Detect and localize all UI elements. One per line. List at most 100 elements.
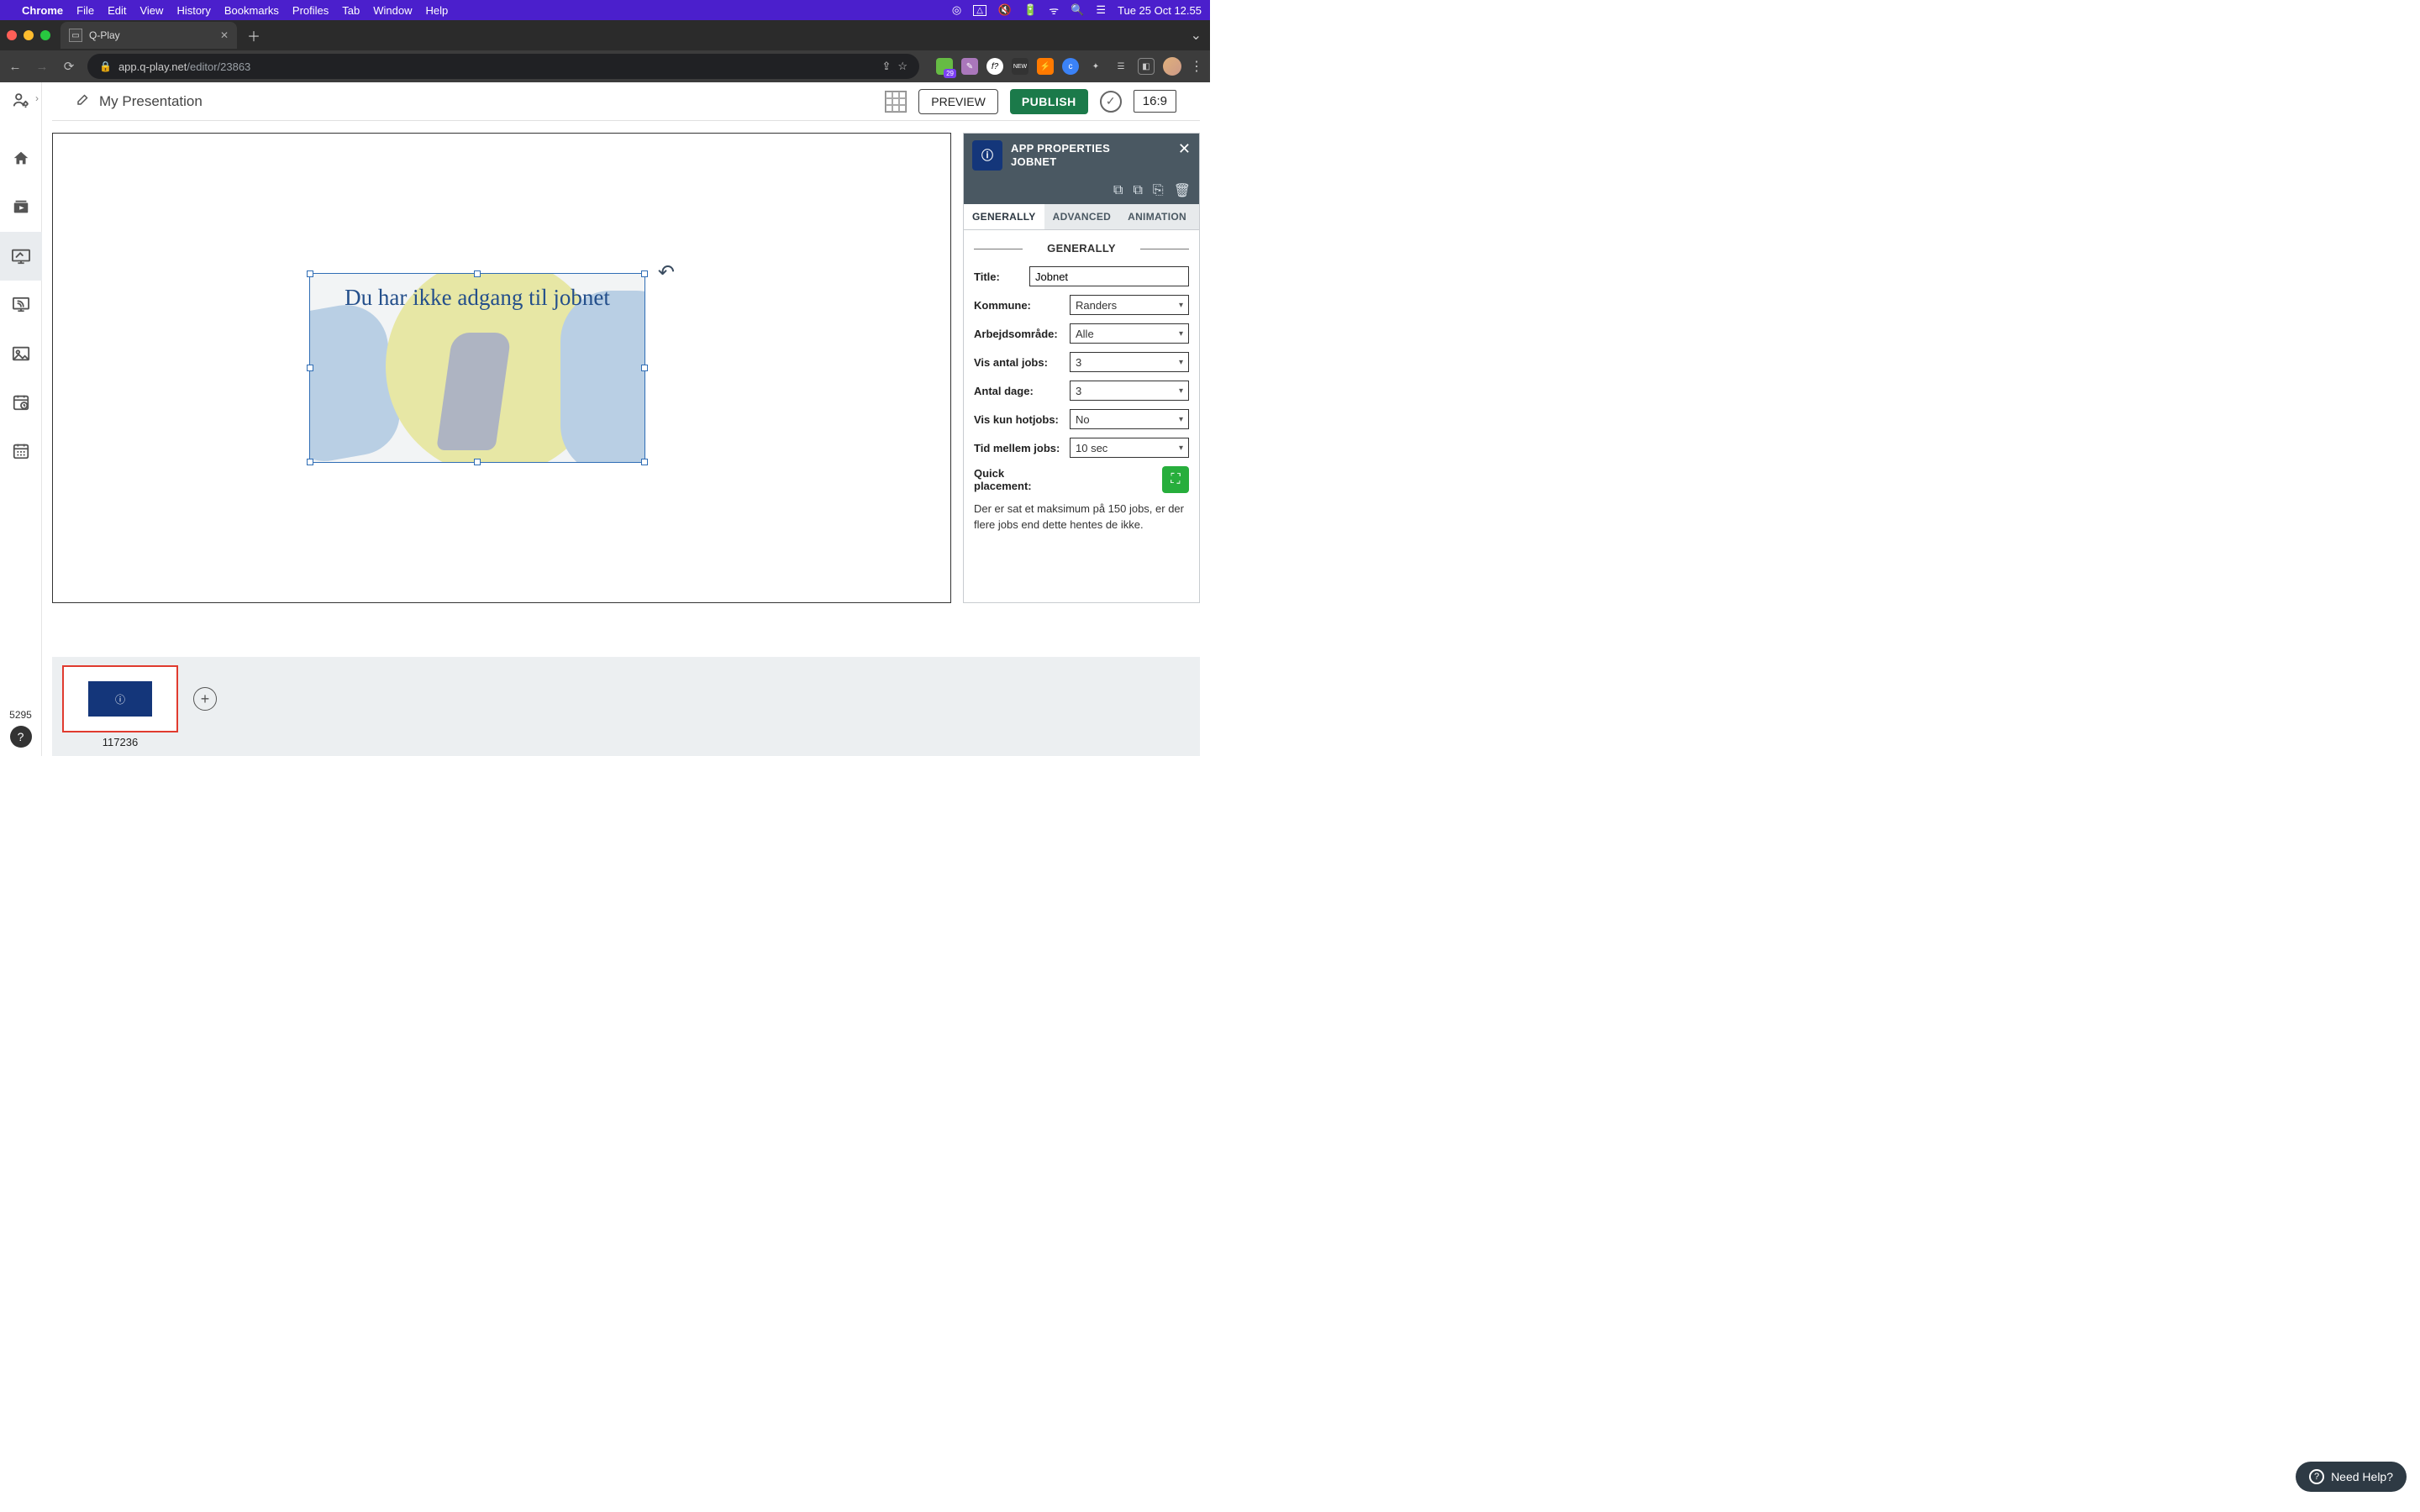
extension-icon-1[interactable] bbox=[936, 58, 953, 75]
menu-help[interactable]: Help bbox=[426, 4, 449, 17]
user-settings-icon[interactable] bbox=[10, 89, 32, 111]
chrome-menu-icon[interactable]: ⋮ bbox=[1190, 58, 1203, 75]
tid-select[interactable]: 10 sec▾ bbox=[1070, 438, 1189, 458]
cc-icon[interactable]: ◎ bbox=[952, 3, 961, 17]
tab-generally[interactable]: GENERALLY bbox=[964, 204, 1044, 229]
slide-id-label: 117236 bbox=[62, 736, 178, 748]
resize-handle[interactable] bbox=[641, 270, 648, 277]
visantal-select[interactable]: 3▾ bbox=[1070, 352, 1189, 372]
menu-history[interactable]: History bbox=[176, 4, 210, 17]
presentation-name[interactable]: My Presentation bbox=[99, 93, 203, 110]
fullscreen-window-button[interactable] bbox=[40, 30, 50, 40]
resize-handle[interactable] bbox=[307, 459, 313, 465]
nav-image-icon[interactable] bbox=[0, 329, 42, 378]
extension-new-badge[interactable]: NEW bbox=[1012, 58, 1028, 75]
paste-icon[interactable]: ⧉ bbox=[1133, 183, 1142, 198]
menu-profiles[interactable]: Profiles bbox=[292, 4, 329, 17]
nav-cast-icon[interactable] bbox=[0, 281, 42, 329]
delete-icon[interactable]: 🗑 bbox=[1174, 182, 1191, 199]
resize-handle[interactable] bbox=[474, 270, 481, 277]
menubar-clock[interactable]: Tue 25 Oct 12.55 bbox=[1118, 4, 1202, 17]
wifi-icon[interactable]: ᯤ bbox=[1049, 3, 1059, 18]
slide-strip: ⓘ 117236 + bbox=[52, 657, 1200, 756]
bookmark-star-icon[interactable]: ☆ bbox=[897, 60, 908, 73]
tab-favicon-icon: ▭ bbox=[69, 29, 82, 42]
mute-icon[interactable]: 🔇 bbox=[998, 3, 1012, 17]
preview-button[interactable]: PREVIEW bbox=[918, 89, 998, 114]
tab-title: Q-Play bbox=[89, 29, 120, 41]
menubar-app[interactable]: Chrome bbox=[22, 4, 63, 17]
antaldage-select[interactable]: 3▾ bbox=[1070, 381, 1189, 401]
nav-calendar-icon[interactable] bbox=[0, 427, 42, 475]
extension-icon-5[interactable]: c bbox=[1062, 58, 1079, 75]
tabs-dropdown-icon[interactable]: ⌄ bbox=[1191, 27, 1202, 44]
chevron-down-icon: ▾ bbox=[1179, 415, 1183, 424]
control-center-icon[interactable]: ☰ bbox=[1096, 3, 1106, 17]
macos-menubar: Chrome File Edit View History Bookmarks … bbox=[0, 0, 1210, 20]
duplicate-icon[interactable]: ⎘ bbox=[1153, 183, 1164, 198]
new-tab-button[interactable]: ＋ bbox=[247, 25, 260, 45]
resize-handle[interactable] bbox=[641, 365, 648, 371]
slide-thumbnail[interactable]: ⓘ 117236 bbox=[62, 665, 178, 748]
browser-tab[interactable]: ▭ Q-Play ✕ bbox=[60, 22, 237, 49]
add-slide-button[interactable]: + bbox=[193, 687, 217, 711]
tab-advanced[interactable]: ADVANCED bbox=[1044, 204, 1120, 229]
chevron-down-icon: ▾ bbox=[1179, 329, 1183, 339]
sidepanel-icon[interactable]: ◧ bbox=[1138, 58, 1155, 75]
sidebar-help-icon[interactable]: ? bbox=[10, 726, 32, 748]
field-label-kommune: Kommune: bbox=[974, 299, 1065, 312]
menu-window[interactable]: Window bbox=[373, 4, 412, 17]
address-bar[interactable]: 🔒 app.q-play.net/editor/23863 ⇪ ☆ bbox=[87, 54, 919, 79]
copy-icon[interactable]: ⧉ bbox=[1113, 183, 1123, 198]
aspect-ratio-selector[interactable]: 16:9 bbox=[1134, 90, 1176, 113]
reload-button[interactable]: ⟳ bbox=[60, 59, 77, 74]
menu-bookmarks[interactable]: Bookmarks bbox=[224, 4, 279, 17]
triangle-icon[interactable]: △ bbox=[973, 5, 986, 16]
nav-editor-icon[interactable] bbox=[0, 232, 42, 281]
tab-close-icon[interactable]: ✕ bbox=[220, 29, 229, 41]
sidebar-expand-icon[interactable]: › bbox=[35, 92, 39, 104]
minimize-window-button[interactable] bbox=[24, 30, 34, 40]
menu-tab[interactable]: Tab bbox=[342, 4, 360, 17]
publish-button[interactable]: PUBLISH bbox=[1010, 89, 1088, 114]
resize-handle[interactable] bbox=[307, 365, 313, 371]
kommune-select[interactable]: Randers▾ bbox=[1070, 295, 1189, 315]
workspace: Du har ikke adgang til jobnet ↶ bbox=[42, 121, 1210, 652]
selected-widget[interactable]: Du har ikke adgang til jobnet ↶ bbox=[309, 273, 645, 463]
resize-handle[interactable] bbox=[641, 459, 648, 465]
tab-animation[interactable]: ANIMATION bbox=[1119, 204, 1195, 229]
resize-handle[interactable] bbox=[474, 459, 481, 465]
title-input[interactable] bbox=[1029, 266, 1189, 286]
back-button[interactable]: ← bbox=[7, 60, 24, 74]
extension-icon-4[interactable]: ⚡ bbox=[1037, 58, 1054, 75]
hotjobs-select[interactable]: No▾ bbox=[1070, 409, 1189, 429]
grid-toggle-icon[interactable] bbox=[885, 91, 907, 113]
menu-edit[interactable]: Edit bbox=[108, 4, 126, 17]
quick-placement-button[interactable]: ⛶ bbox=[1162, 466, 1189, 493]
menu-file[interactable]: File bbox=[76, 4, 94, 17]
widget-text: Du har ikke adgang til jobnet bbox=[310, 284, 644, 312]
rotate-handle-icon[interactable]: ↶ bbox=[658, 260, 675, 285]
extension-icon-3[interactable]: f? bbox=[986, 58, 1003, 75]
profile-avatar[interactable] bbox=[1163, 57, 1181, 76]
need-help-button[interactable]: ? Need Help? bbox=[2296, 1462, 2407, 1492]
help-question-icon: ? bbox=[2309, 1469, 2324, 1484]
panel-close-icon[interactable]: ✕ bbox=[1178, 140, 1191, 158]
menu-view[interactable]: View bbox=[139, 4, 163, 17]
close-window-button[interactable] bbox=[7, 30, 17, 40]
status-check-icon[interactable]: ✓ bbox=[1100, 91, 1122, 113]
nav-schedule-icon[interactable] bbox=[0, 378, 42, 427]
nav-media-icon[interactable] bbox=[0, 183, 42, 232]
extension-icon-2[interactable]: ✎ bbox=[961, 58, 978, 75]
edit-name-icon[interactable] bbox=[76, 92, 91, 111]
lock-icon[interactable]: 🔒 bbox=[99, 60, 112, 72]
share-icon[interactable]: ⇪ bbox=[881, 60, 891, 73]
nav-home-icon[interactable] bbox=[0, 134, 42, 183]
battery-icon[interactable]: 🔋 bbox=[1023, 3, 1037, 17]
reading-list-icon[interactable]: ☰ bbox=[1113, 58, 1129, 75]
arbejdsomraade-select[interactable]: Alle▾ bbox=[1070, 323, 1189, 344]
slide-canvas[interactable]: Du har ikke adgang til jobnet ↶ bbox=[52, 133, 951, 603]
resize-handle[interactable] bbox=[307, 270, 313, 277]
extensions-puzzle-icon[interactable]: ✦ bbox=[1087, 58, 1104, 75]
spotlight-icon[interactable]: 🔍 bbox=[1071, 3, 1084, 17]
